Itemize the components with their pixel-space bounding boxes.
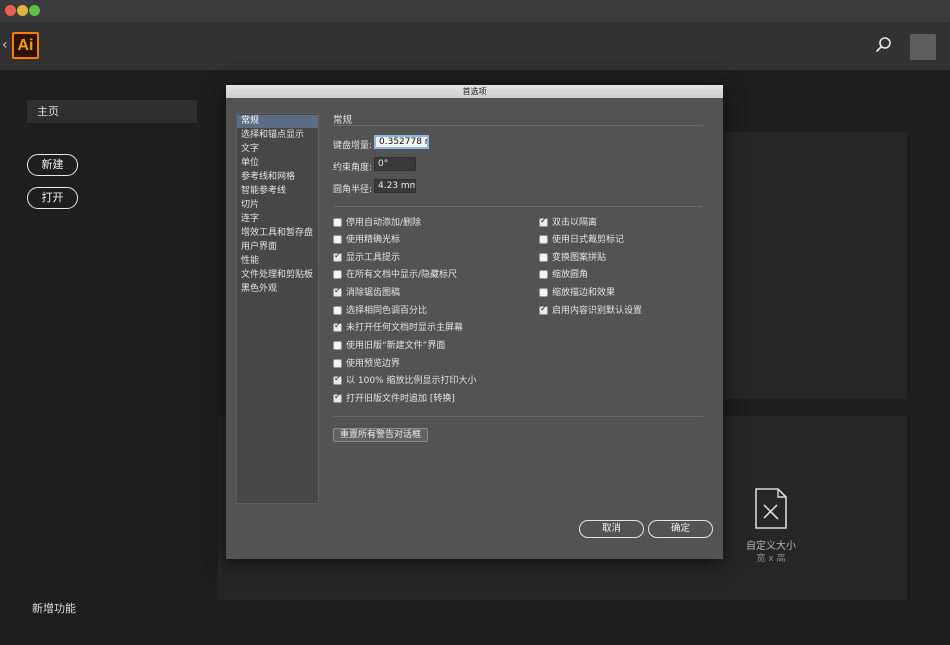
checkbox-label: 双击以隔离	[552, 218, 598, 228]
checkbox-label: 使用旧版“新建文件”界面	[346, 341, 446, 351]
transform-pattern-tiles-checkbox[interactable]	[539, 253, 548, 262]
chevron-left-icon[interactable]: ‹	[2, 37, 12, 53]
checkbox-label: 未打开任何文档时显示主屏幕	[346, 323, 464, 333]
window-titlebar	[0, 0, 950, 22]
constrain-angle-input[interactable]: 0°	[374, 157, 416, 171]
category-user-interface[interactable]: 用户界面	[237, 241, 318, 254]
scale-corners-checkbox[interactable]	[539, 270, 548, 279]
divider	[333, 206, 703, 207]
open-button[interactable]: 打开	[27, 187, 78, 209]
search-icon[interactable]	[875, 36, 893, 54]
category-selection-anchor-display[interactable]: 选择和锚点显示	[237, 129, 318, 142]
category-general[interactable]: 常规	[237, 115, 318, 128]
anti-aliased-artwork-checkbox[interactable]	[333, 286, 342, 297]
close-window-button[interactable]	[5, 5, 16, 16]
content-aware-defaults-checkbox[interactable]	[539, 304, 548, 315]
use-preview-bounds-checkbox[interactable]	[333, 359, 342, 368]
preferences-dialog: 首选项 常规 选择和锚点显示 文字 单位 参考线和网格 智能参考线 切片 连字 …	[226, 85, 723, 559]
checkbox-label: 缩放圆角	[552, 270, 589, 280]
category-units[interactable]: 单位	[237, 157, 318, 170]
checkbox-label: 使用日式裁剪标记	[552, 235, 625, 245]
double-click-isolate-checkbox[interactable]	[539, 216, 548, 227]
divider	[333, 125, 703, 126]
checkbox-label: 以 100% 缩放比例显示打印大小	[346, 376, 477, 386]
checkbox-label: 缩放描边和效果	[552, 288, 616, 298]
checkbox-label: 启用内容识别默认设置	[552, 306, 643, 316]
avatar[interactable]	[910, 34, 936, 60]
print-size-100-checkbox[interactable]	[333, 374, 342, 385]
category-hyphenation[interactable]: 连字	[237, 213, 318, 226]
reset-warning-dialogs-button[interactable]: 重置所有警告对话框	[333, 428, 429, 442]
category-list: 常规 选择和锚点显示 文字 单位 参考线和网格 智能参考线 切片 连字 增效工具…	[236, 113, 319, 504]
category-file-handling-clipboard[interactable]: 文件处理和剪贴板	[237, 269, 318, 282]
category-appearance-of-black[interactable]: 黑色外观	[237, 283, 318, 296]
section-title: 常规	[333, 115, 353, 126]
checkbox-label: 显示工具提示	[346, 253, 401, 263]
divider	[333, 416, 703, 417]
checkbox-label: 消除锯齿图稿	[346, 288, 401, 298]
illustrator-logo: Ai	[12, 32, 39, 59]
checkbox-label: 使用精确光标	[346, 235, 401, 245]
category-type[interactable]: 文字	[237, 143, 318, 156]
custom-size-icon[interactable]	[754, 487, 788, 530]
new-button[interactable]: 新建	[27, 154, 78, 176]
show-tool-tips-checkbox[interactable]	[333, 251, 342, 262]
app-header: ‹ Ai	[0, 22, 950, 70]
checkbox-label: 使用预览边界	[346, 359, 401, 369]
minimize-window-button[interactable]	[17, 5, 28, 16]
scale-strokes-effects-checkbox[interactable]	[539, 288, 548, 297]
nav-home[interactable]: 主页	[27, 100, 197, 123]
keyboard-increment-label: 键盘增量:	[333, 141, 373, 151]
show-hide-rulers-all-docs-checkbox[interactable]	[333, 270, 342, 279]
checkbox-label: 变换图案拼贴	[552, 253, 607, 263]
japanese-crop-marks-checkbox[interactable]	[539, 235, 548, 244]
custom-size-label: 自定义大小	[746, 541, 796, 552]
corner-radius-input[interactable]: 4.23 mm	[374, 179, 416, 193]
checkbox-label: 停用自动添加/删除	[346, 218, 422, 228]
checkbox-label: 选择相同色调百分比	[346, 306, 428, 316]
keyboard-increment-input[interactable]: 0.352778 mi	[374, 135, 429, 149]
cancel-button[interactable]: 取消	[579, 520, 644, 538]
whats-new-link[interactable]: 新增功能	[32, 600, 76, 616]
custom-size-dimensions: 宽 x 高	[756, 554, 786, 564]
category-slices[interactable]: 切片	[237, 199, 318, 212]
precise-cursors-checkbox[interactable]	[333, 235, 342, 244]
disable-auto-add-delete-checkbox[interactable]	[333, 218, 342, 227]
ok-button[interactable]: 确定	[648, 520, 713, 538]
legacy-new-file-interface-checkbox[interactable]	[333, 341, 342, 350]
corner-radius-label: 圆角半径:	[333, 185, 373, 195]
checkbox-label: 打开旧版文件时追加 [转换]	[346, 394, 455, 404]
append-converted-checkbox[interactable]	[333, 392, 342, 403]
checkbox-label: 在所有文档中显示/隐藏标尺	[346, 270, 458, 280]
dialog-title: 首选项	[226, 85, 723, 98]
category-smart-guides[interactable]: 智能参考线	[237, 185, 318, 198]
recent-files-panel	[720, 132, 907, 399]
category-guides-grid[interactable]: 参考线和网格	[237, 171, 318, 184]
zoom-window-button[interactable]	[29, 5, 40, 16]
category-plugins-scratch-disks[interactable]: 增效工具和暂存盘	[237, 227, 318, 240]
constrain-angle-label: 约束角度:	[333, 163, 373, 173]
category-performance[interactable]: 性能	[237, 255, 318, 268]
select-same-tint-checkbox[interactable]	[333, 306, 342, 315]
show-home-screen-checkbox[interactable]	[333, 321, 342, 332]
